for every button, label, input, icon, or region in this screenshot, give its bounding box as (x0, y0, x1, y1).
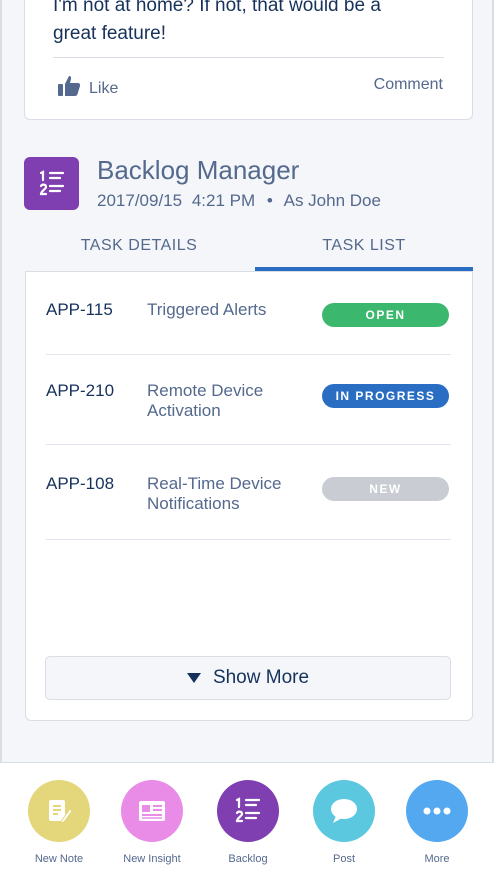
tab-bar: TASK DETAILS TASK LIST (24, 230, 473, 272)
app-card-meta: 2017/09/15 4:21 PM • As John Doe (97, 191, 381, 211)
post-divider (53, 57, 444, 58)
more-action[interactable]: More (390, 780, 484, 865)
new-note-label: New Note (34, 853, 84, 865)
backlog-action[interactable]: Backlog (201, 780, 295, 865)
backlog-list-icon (24, 157, 79, 210)
like-label: Like (89, 79, 119, 97)
task-name: Triggered Alerts (147, 300, 267, 319)
task-id: APP-210 (46, 381, 115, 400)
feed: I'm not at home? If not, that would be a… (0, 0, 494, 762)
backlog-icon (217, 780, 279, 842)
tab-task-details[interactable]: TASK DETAILS (24, 230, 254, 272)
row-divider (46, 539, 451, 540)
show-more-label: Show More (212, 667, 310, 688)
feed-left-border (0, 0, 2, 762)
post-action[interactable]: Post (297, 780, 391, 865)
more-icon (406, 780, 468, 842)
row-divider (46, 444, 451, 445)
post-label: Post (332, 853, 355, 865)
insight-icon (121, 780, 183, 842)
comment-button[interactable]: Comment (374, 76, 443, 94)
meta-separator: • (266, 191, 273, 210)
show-more-button[interactable]: Show More (45, 656, 451, 700)
post-author: As John Doe (283, 191, 381, 210)
thumbs-up-icon (57, 74, 81, 103)
post-icon (313, 780, 375, 842)
tab-task-list[interactable]: TASK LIST (255, 230, 473, 272)
triangle-down-icon (186, 673, 201, 683)
row-divider (46, 354, 451, 355)
app-card-title: Backlog Manager (97, 155, 300, 185)
new-insight-action[interactable]: New Insight (105, 780, 199, 865)
new-note-action[interactable]: New Note (12, 780, 106, 865)
more-label: More (424, 853, 450, 865)
status-badge: IN PROGRESS (322, 384, 449, 408)
task-name: Real-Time Device Notifications (147, 474, 282, 513)
post-date: 2017/09/15 (97, 191, 183, 210)
new-insight-label: New Insight (123, 853, 181, 865)
note-icon (28, 780, 90, 842)
post-text-line-1: I'm not at home? If not, that would be a (53, 0, 381, 16)
status-badge: NEW (322, 477, 449, 501)
task-list-panel: APP-115 Triggered Alerts OPEN APP-210 Re… (25, 271, 473, 721)
post-time: 4:21 PM (191, 191, 256, 210)
post-text: I'm not at home? If not, that would be a… (53, 0, 453, 48)
status-badge: OPEN (322, 303, 449, 327)
task-id: APP-108 (46, 474, 115, 493)
task-name: Remote Device Activation (147, 381, 264, 420)
like-button[interactable]: Like (57, 74, 118, 103)
post-card: I'm not at home? If not, that would be a… (24, 0, 473, 120)
action-bar: New Note New Insight Backlog Post More (0, 762, 494, 879)
backlog-label: Backlog (228, 853, 268, 865)
task-id: APP-115 (46, 300, 113, 319)
post-text-line-2: great feature! (53, 23, 167, 44)
